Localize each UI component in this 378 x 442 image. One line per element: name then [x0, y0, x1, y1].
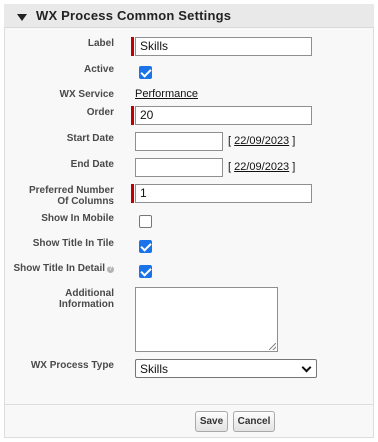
help-icon[interactable]: ? [107, 266, 114, 273]
section-title: WX Process Common Settings [36, 8, 232, 23]
active-field-label: Active [83, 64, 114, 75]
show-title-in-tile-checkbox[interactable] [139, 240, 152, 253]
start-date-field-label: Start Date [66, 133, 114, 144]
active-checkbox[interactable] [139, 66, 152, 79]
start-date-hint: [ 22/09/2023 ] [228, 135, 296, 147]
end-date-input[interactable] [135, 158, 223, 177]
show-in-mobile-checkbox[interactable] [139, 215, 152, 228]
wx-process-type-select[interactable]: Skills [135, 359, 317, 378]
wx-process-type-field-label: WX Process Type [30, 360, 114, 371]
start-date-input[interactable] [135, 132, 223, 151]
wx-service-field-label: WX Service [59, 89, 114, 100]
show-title-in-detail-field-label: Show Title In Detail? [13, 263, 114, 274]
end-date-hint: [ 22/09/2023 ] [228, 161, 296, 173]
chevron-down-icon [301, 362, 312, 373]
required-indicator [131, 184, 134, 203]
preferred-columns-field-label-line2: Of Columns [57, 196, 114, 207]
additional-information-field-label-line1: Additional [65, 288, 114, 299]
show-title-in-tile-field-label: Show Title In Tile [32, 238, 114, 249]
footer-divider [4, 404, 374, 405]
label-input[interactable]: Skills [135, 37, 312, 56]
required-indicator [131, 106, 134, 125]
resize-handle-icon[interactable] [269, 343, 276, 350]
wx-process-type-selected-value: Skills [140, 362, 169, 376]
save-button[interactable]: Save [195, 411, 228, 432]
end-date-field-label: End Date [70, 159, 114, 170]
order-input[interactable]: 20 [135, 106, 312, 125]
preferred-columns-input[interactable]: 1 [135, 184, 312, 203]
additional-information-field-label-line2: Information [59, 299, 114, 310]
cancel-button[interactable]: Cancel [233, 411, 275, 432]
show-in-mobile-field-label: Show In Mobile [41, 213, 114, 224]
label-field-label: Label [87, 38, 114, 49]
wx-service-link[interactable]: Performance [135, 88, 198, 100]
order-field-label: Order [86, 107, 114, 118]
show-title-in-detail-checkbox[interactable] [139, 265, 152, 278]
start-date-today-link[interactable]: 22/09/2023 [234, 135, 289, 147]
preferred-columns-field-label-line1: Preferred Number [28, 185, 114, 196]
required-indicator [131, 37, 134, 56]
additional-information-textarea[interactable] [135, 287, 278, 352]
end-date-today-link[interactable]: 22/09/2023 [234, 161, 289, 173]
collapse-triangle-icon[interactable] [17, 14, 27, 21]
